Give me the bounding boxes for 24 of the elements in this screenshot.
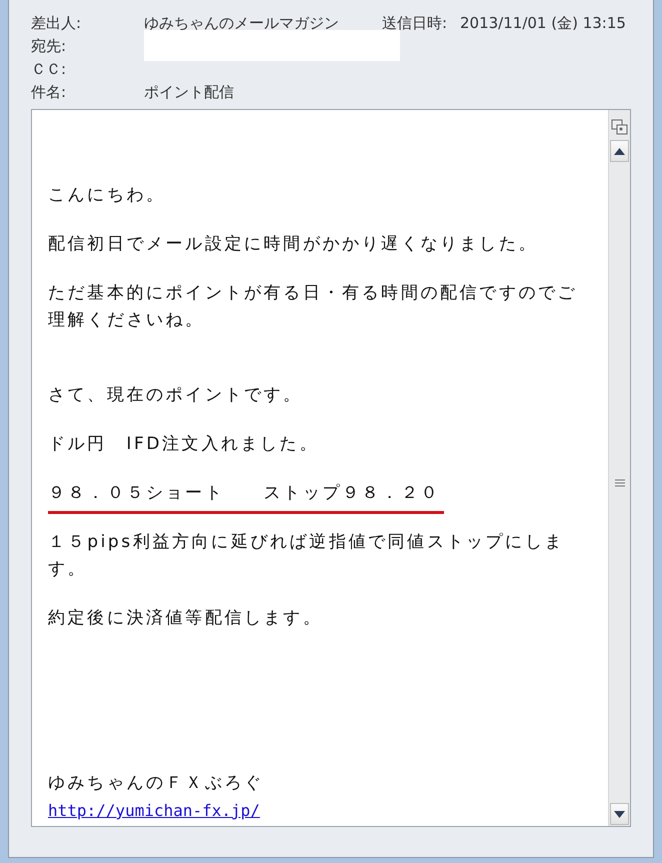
body-text: こんにちわ。 [48,184,167,207]
body-text: さて、現在のポイントです。 [48,384,304,407]
field-label: 送信日時: [382,14,448,33]
subject-text: ポイント配信 [144,83,235,102]
sent-date: 2013/11/01 (金) 13:15 [460,14,627,33]
underlined-text: ９８．０５ショート ストップ９８．２０ [48,480,444,514]
body-text: ゆみちゃんのＦＸぶろぐ [48,772,265,795]
scroll-down-button[interactable] [610,803,629,825]
body-text: ドル円 IFD注文入れました。 [48,433,320,456]
scroll-grip-icon [614,478,624,486]
field-label: 宛先: [31,37,68,56]
body-text: １５pips利益方向に延びれば逆指値で同値ストップにします。 [48,531,565,581]
field-label: 件名: [31,83,68,102]
down-triangle-icon [614,810,625,818]
body-text: 配信初日でメール設定に時間がかかり遅くなりました。 [48,233,539,256]
body-text: 約定後に決済値等配信します。 [48,607,324,630]
link[interactable]: http://yumichan-fx.jp/ [48,797,260,824]
field-label: 差出人: [31,14,82,33]
up-triangle-icon [614,148,625,154]
pictures-icon[interactable] [610,118,628,136]
field-label: ＣＣ: [31,60,68,79]
scroll-up-button[interactable] [610,140,629,162]
body-text: ただ基本的にポイントが有る日・有る時間の配信ですのでご理解くださいね。 [48,282,578,332]
sender-name: ゆみちゃんのメールマガジン [144,14,340,33]
